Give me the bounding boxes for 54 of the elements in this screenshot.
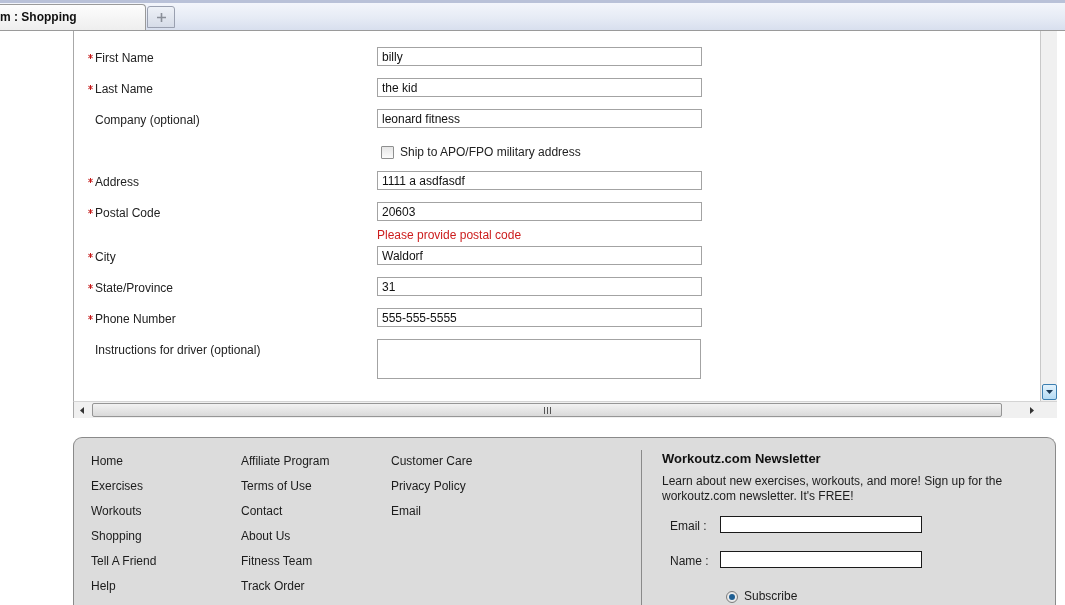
grip-icon <box>543 406 551 414</box>
text-field[interactable]: leonard fitness <box>377 109 702 128</box>
vertical-scrollbar[interactable] <box>1040 31 1057 401</box>
down-arrow-icon <box>1046 390 1053 394</box>
footer-link[interactable]: Shopping <box>91 529 142 544</box>
field-label: Postal Code <box>95 206 161 221</box>
text-field[interactable]: 555-555-5555 <box>377 308 702 327</box>
field-label: State/Province <box>95 281 174 296</box>
footer-link[interactable]: About Us <box>241 529 291 544</box>
input-field[interactable] <box>720 515 922 533</box>
plus-icon <box>156 12 166 22</box>
error-message: Please provide postal code <box>377 228 523 243</box>
left-arrow-icon <box>80 406 84 414</box>
horizontal-scrollbar[interactable] <box>73 401 1057 418</box>
text-field[interactable]: the kid <box>377 78 702 97</box>
radio-label[interactable]: Subscribe <box>744 589 798 604</box>
footer-link[interactable]: Fitness Team <box>241 554 313 569</box>
radio-button[interactable] <box>726 590 738 603</box>
footer-link[interactable]: Privacy Policy <box>391 479 466 494</box>
text-field[interactable]: 31 <box>377 277 702 296</box>
footer-link[interactable]: Affiliate Program <box>241 454 330 469</box>
scroll-down-button[interactable] <box>1042 384 1057 400</box>
field-label: Name : <box>670 553 710 569</box>
newsletter-description: Learn about new exercises, workouts, and more! Sign up for the workoutz.com newsletter. It's FREE! <box>662 474 1004 504</box>
checkbox-label[interactable]: Ship to APO/FPO military address <box>400 144 581 160</box>
field-label: City <box>95 250 116 265</box>
text-field[interactable]: 20603 <box>377 202 702 221</box>
right-arrow-icon <box>1030 406 1034 414</box>
scroll-thumb[interactable] <box>92 403 1002 417</box>
footer-link[interactable]: Track Order <box>241 579 305 594</box>
field-label: First Name <box>95 51 154 66</box>
footer-link[interactable]: Terms of Use <box>241 479 312 494</box>
field-label: Email : <box>670 518 708 534</box>
field-label: Instructions for driver (optional) <box>95 343 261 358</box>
new-tab-button[interactable] <box>147 6 175 28</box>
footer-link[interactable]: Email <box>391 504 421 519</box>
footer-link[interactable]: Home <box>91 454 123 469</box>
field-label: Phone Number <box>95 312 176 327</box>
newsletter-title: Workoutz.com Newsletter <box>662 451 822 467</box>
text-field[interactable]: Waldorf <box>377 246 702 265</box>
field-label: Last Name <box>95 82 154 97</box>
browser-tab[interactable]: m : Shopping <box>0 4 146 30</box>
text-field[interactable]: 1111 a asdfasdf <box>377 171 702 190</box>
field-label: Address <box>95 175 140 190</box>
footer-link[interactable]: Customer Care <box>391 454 473 469</box>
footer-link[interactable]: Help <box>91 579 116 594</box>
input-field[interactable] <box>720 550 922 568</box>
checkbox[interactable] <box>381 145 394 159</box>
footer-link[interactable]: Tell A Friend <box>91 554 157 569</box>
footer-link[interactable]: Contact <box>241 504 283 519</box>
text-field[interactable]: billy <box>377 47 702 66</box>
footer-link[interactable]: Workouts <box>91 504 142 519</box>
footer-link[interactable]: Exercises <box>91 479 143 494</box>
field-label: Company (optional) <box>95 113 200 128</box>
